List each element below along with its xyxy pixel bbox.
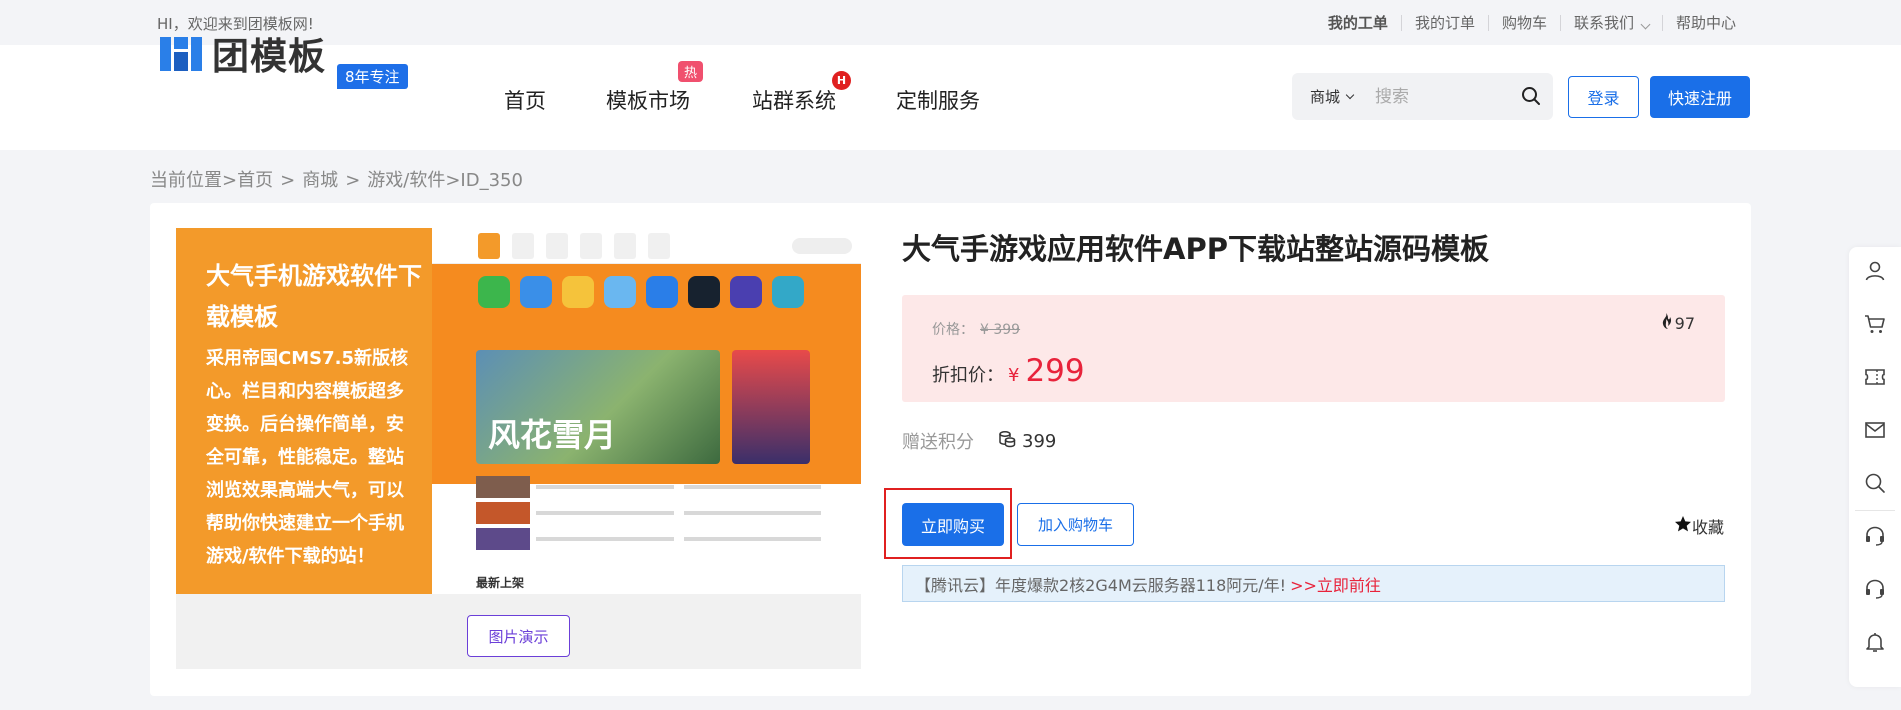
- site-logo[interactable]: 团模板: [160, 33, 326, 78]
- divider: [1559, 14, 1561, 31]
- preview-text-panel: 大气手机游戏软件下载模板 采用帝国CMS7.5新版核心。栏目和内容模板超多变换。…: [176, 228, 432, 594]
- price-box: 价格： ¥ 399 折扣价： ¥299 97: [902, 295, 1725, 402]
- logo-mark-icon: [160, 35, 206, 71]
- nav-label: 首页: [504, 89, 546, 113]
- top-link-contact[interactable]: 联系我们: [1573, 12, 1651, 33]
- image-demo-button[interactable]: 图片演示: [467, 615, 570, 657]
- breadcrumb-mall[interactable]: 商城: [302, 170, 338, 191]
- h-badge: H: [832, 71, 851, 90]
- hot-badge: 热: [678, 61, 704, 82]
- top-nav: 我的工单 我的订单 购物车 联系我们 帮助中心: [1328, 12, 1736, 33]
- heat-counter: 97: [1659, 312, 1695, 334]
- top-link-my-tickets[interactable]: 我的工单: [1328, 12, 1388, 33]
- breadcrumb-separator: >: [345, 170, 361, 191]
- chevron-down-icon: [1640, 19, 1651, 30]
- breadcrumb-prefix: 当前位置>: [150, 170, 238, 191]
- search-input[interactable]: [1375, 86, 1506, 107]
- chevron-down-icon: [1345, 90, 1355, 99]
- nav-item-custom-service[interactable]: 定制服务: [896, 85, 980, 115]
- ticket-icon[interactable]: [1863, 365, 1887, 389]
- preview-headline: 大气手机游戏软件下载模板: [206, 262, 422, 331]
- divider: [1855, 510, 1895, 511]
- buy-now-button[interactable]: 立即购买: [902, 503, 1004, 546]
- mockup-hero-banner: 风花雪月: [476, 350, 720, 464]
- product-preview: 大气手机游戏软件下载模板 采用帝国CMS7.5新版核心。栏目和内容模板超多变换。…: [176, 228, 861, 669]
- product-title: 大气手游戏应用软件APP下载站整站源码模板: [902, 232, 1489, 266]
- coins-icon: [998, 430, 1016, 453]
- search-scope-label: 商城: [1310, 88, 1341, 106]
- price-value: ¥ 399: [980, 322, 1021, 338]
- flame-icon: [1659, 312, 1675, 334]
- search-scope-select[interactable]: 商城: [1310, 86, 1355, 107]
- currency-symbol: ¥: [1008, 365, 1020, 386]
- search-icon[interactable]: [1521, 86, 1541, 110]
- points-value: 399: [1022, 430, 1057, 452]
- add-to-cart-button[interactable]: 加入购物车: [1017, 503, 1134, 546]
- nav-label: 模板市场: [606, 89, 690, 113]
- divider: [1487, 14, 1489, 31]
- points-label: 赠送积分: [902, 432, 974, 453]
- preview-description: 采用帝国CMS7.5新版核心。栏目和内容模板超多变换。后台操作简单，安全可靠，性…: [206, 348, 408, 567]
- search-bar: 商城: [1292, 73, 1553, 120]
- bell-icon[interactable]: [1863, 630, 1887, 654]
- bonus-points: 赠送积分 399: [902, 428, 1056, 454]
- hero-text: 风花雪月: [488, 416, 617, 454]
- mail-icon[interactable]: [1863, 418, 1887, 442]
- discount-label: 折扣价：: [932, 365, 1004, 386]
- register-button[interactable]: 快速注册: [1650, 76, 1750, 118]
- divider: [1661, 14, 1663, 31]
- user-icon[interactable]: [1863, 259, 1887, 283]
- nav-item-site-group[interactable]: 站群系统 H: [752, 71, 851, 115]
- floating-toolbar: [1849, 247, 1901, 687]
- search-icon[interactable]: [1863, 471, 1887, 495]
- promo-banner[interactable]: 【腾讯云】年度爆款2核2G4M云服务器118阿元/年! >>立即前往: [902, 565, 1725, 602]
- nav-label: 定制服务: [896, 89, 980, 113]
- promo-text: 【腾讯云】年度爆款2核2G4M云服务器118阿元/年!: [915, 575, 1287, 595]
- mockup-header: [432, 228, 861, 264]
- preview-image[interactable]: 大气手机游戏软件下载模板 采用帝国CMS7.5新版核心。栏目和内容模板超多变换。…: [176, 228, 861, 594]
- nav-item-home[interactable]: 首页: [504, 85, 546, 115]
- headset-icon[interactable]: [1863, 577, 1887, 601]
- logo-text: 团模板: [212, 34, 326, 78]
- divider: [1400, 14, 1402, 31]
- mockup-side-banner: [732, 350, 810, 464]
- login-button[interactable]: 登录: [1568, 76, 1639, 118]
- contact-label: 联系我们: [1573, 14, 1634, 32]
- breadcrumb-separator: >: [280, 170, 296, 191]
- mockup-new-label: 最新上架: [476, 576, 525, 590]
- favorite-label: 收藏: [1692, 518, 1725, 537]
- breadcrumb: 当前位置>首页 > 商城 > 游戏/软件>ID_350: [150, 166, 523, 192]
- nav-item-template-market[interactable]: 模板市场 热: [606, 61, 704, 115]
- preview-mockup: 风花雪月 最新上架: [432, 228, 861, 594]
- mockup-list: [476, 474, 831, 552]
- price-label: 价格：: [932, 322, 974, 338]
- discount-price: 折扣价： ¥299: [932, 353, 1085, 389]
- breadcrumb-current[interactable]: 游戏/软件>ID_350: [367, 170, 523, 191]
- nav-label: 站群系统: [752, 89, 836, 113]
- main-nav: 首页 模板市场 热 站群系统 H 定制服务: [504, 61, 1040, 115]
- breadcrumb-home[interactable]: 首页: [237, 170, 273, 191]
- headset-icon[interactable]: [1863, 524, 1887, 548]
- original-price: 价格： ¥ 399: [932, 319, 1020, 339]
- cart-icon[interactable]: [1863, 312, 1887, 336]
- heat-value: 97: [1674, 313, 1695, 333]
- promo-link[interactable]: >>立即前往: [1290, 572, 1381, 596]
- favorite-button[interactable]: 收藏: [1674, 514, 1724, 538]
- discount-value: 299: [1025, 353, 1085, 389]
- top-link-my-orders[interactable]: 我的订单: [1415, 12, 1475, 33]
- logo-badge: 8年专注: [337, 64, 408, 89]
- top-link-cart[interactable]: 购物车: [1502, 12, 1547, 33]
- star-icon: [1674, 515, 1692, 537]
- top-link-help[interactable]: 帮助中心: [1676, 12, 1736, 33]
